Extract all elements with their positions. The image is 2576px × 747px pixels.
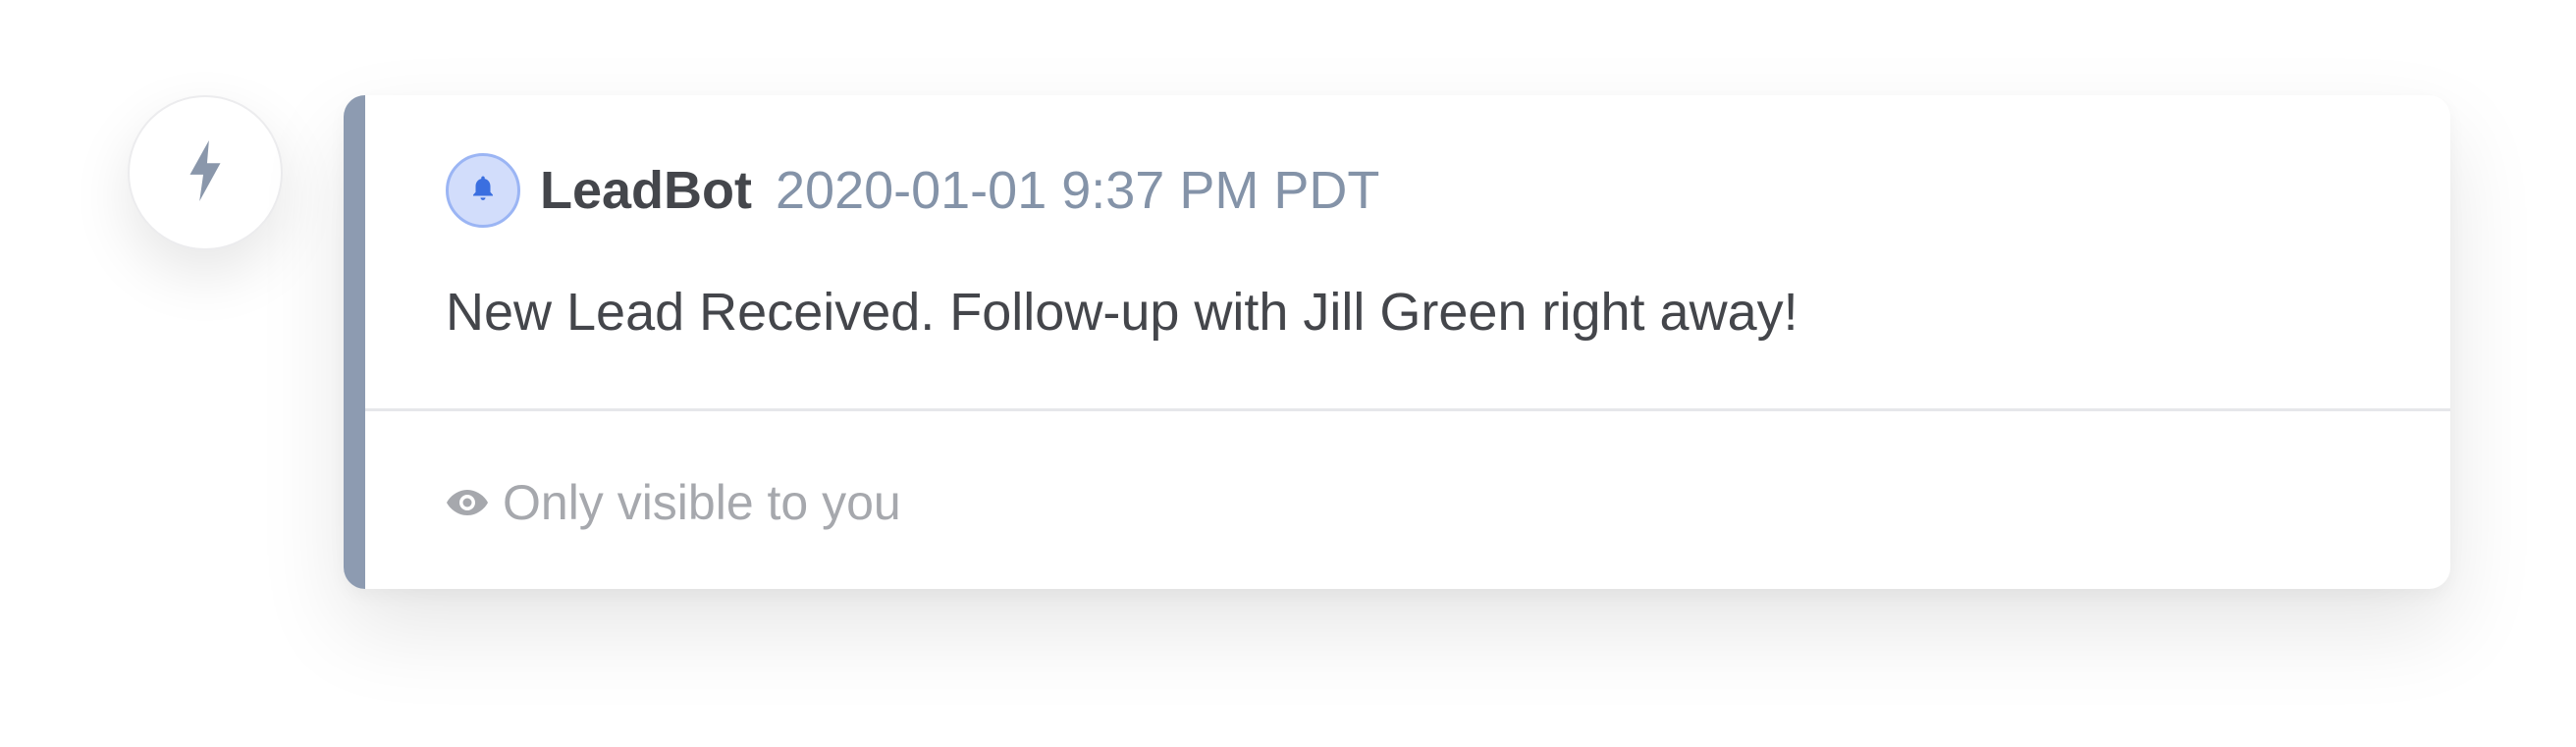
visibility-label: Only visible to you: [503, 475, 901, 530]
lightning-bolt-icon: [186, 139, 225, 206]
eye-icon: [446, 481, 489, 524]
bell-icon: [468, 174, 498, 208]
canvas: LeadBot 2020-01-01 9:37 PM PDT New Lead …: [0, 0, 2576, 747]
bot-avatar[interactable]: [446, 153, 520, 228]
bot-name[interactable]: LeadBot: [540, 160, 752, 221]
visibility-note: Only visible to you: [446, 468, 901, 537]
message-timestamp: 2020-01-01 9:37 PM PDT: [776, 161, 1380, 220]
card-accent-bar: [344, 95, 365, 589]
message-body: LeadBot 2020-01-01 9:37 PM PDT New Lead …: [365, 95, 2450, 409]
divider: [365, 408, 2450, 411]
bot-message-card: LeadBot 2020-01-01 9:37 PM PDT New Lead …: [344, 95, 2450, 589]
bot-type-badge: [128, 95, 283, 250]
message-header: LeadBot 2020-01-01 9:37 PM PDT: [446, 151, 1379, 230]
message-text: New Lead Received. Follow-up with Jill G…: [446, 283, 1798, 342]
